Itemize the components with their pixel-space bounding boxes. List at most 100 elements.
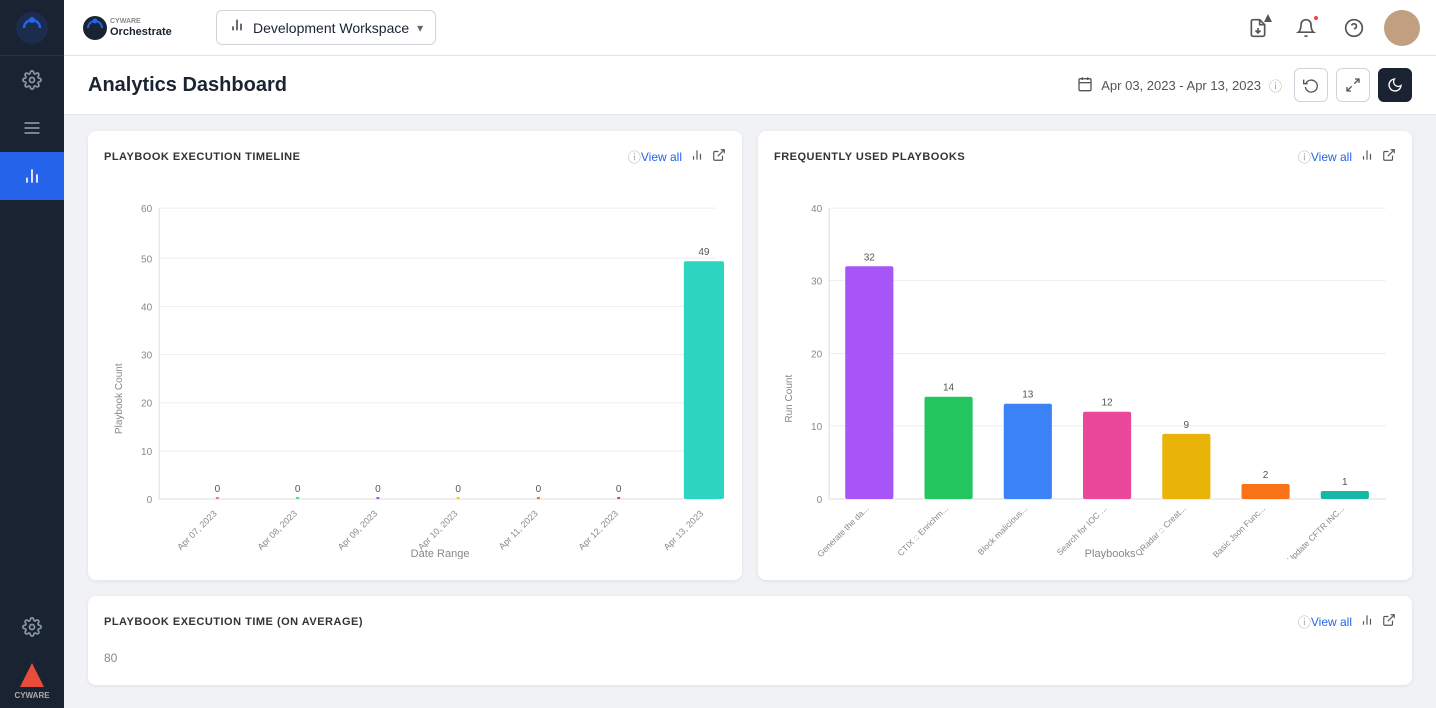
svg-text:Playbooks: Playbooks [1085,548,1136,559]
freq-export-icon[interactable] [1382,148,1396,165]
svg-text:0: 0 [616,484,622,495]
svg-text:49: 49 [698,247,710,258]
freq-info-icon[interactable]: ⓘ [1298,147,1311,166]
orchestrate-logo: CYWARE Orchestrate [80,13,200,43]
svg-text:40: 40 [811,204,823,215]
expand-btn[interactable] [1336,68,1370,102]
sidebar-bottom: CYWARE [0,603,64,708]
sidebar-item-settings-bottom[interactable] [0,603,64,651]
playbook-timeline-card: PLAYBOOK EXECUTION TIMELINE ⓘ View all [88,131,742,580]
topnav: CYWARE Orchestrate Development Workspace… [64,0,1436,56]
svg-text:Block malicious...: Block malicious... [976,503,1030,557]
timeline-chart-actions: View all [641,148,726,165]
svg-text:30: 30 [811,276,823,287]
frequently-used-title: FREQUENTLY USED PLAYBOOKS [774,151,1292,163]
svg-text:0: 0 [147,495,153,506]
sidebar-logo [0,0,64,56]
page-header: Analytics Dashboard Apr 03, 2023 - Apr 1… [64,56,1436,115]
sidebar-item-settings-top[interactable] [0,56,64,104]
svg-text:Apr 13, 2023: Apr 13, 2023 [662,508,706,552]
svg-text:QRadar :: Creat...: QRadar :: Creat... [1133,503,1188,558]
svg-text:0: 0 [536,484,542,495]
svg-text:Apr 09, 2023: Apr 09, 2023 [336,508,380,552]
notifications-btn[interactable] [1288,10,1324,46]
help-btn[interactable] [1336,10,1372,46]
svg-text:Apr 08, 2023: Apr 08, 2023 [255,508,299,552]
bottom-card: PLAYBOOK EXECUTION TIME (ON AVERAGE) ⓘ V… [88,596,1412,685]
svg-text:60: 60 [141,204,153,215]
svg-text:20: 20 [141,399,153,410]
svg-text:Basic Json Func...: Basic Json Func... [1211,503,1267,559]
page-title: Analytics Dashboard [88,74,1077,97]
date-range: Apr 03, 2023 - Apr 13, 2023 ⓘ [1077,76,1282,95]
notification-badge [1312,14,1320,22]
refresh-btn[interactable] [1294,68,1328,102]
frequently-used-header: FREQUENTLY USED PLAYBOOKS ⓘ View all [774,147,1396,166]
main-content: CYWARE Orchestrate Development Workspace… [64,0,1436,708]
timeline-info-icon[interactable]: ⓘ [628,147,641,166]
bottom-title: PLAYBOOK EXECUTION TIME (ON AVERAGE) [104,616,1292,628]
svg-text:Playbook Count: Playbook Count [114,363,125,434]
workspace-name: Development Workspace [253,20,409,36]
dark-mode-btn[interactable] [1378,68,1412,102]
svg-text:40: 40 [141,302,153,313]
chevron-down-icon: ▾ [417,21,423,35]
sidebar-item-menu[interactable] [0,104,64,152]
bottom-view-all[interactable]: View all [1311,615,1352,629]
cyware-logo-icon [14,10,50,46]
svg-text:Apr 10, 2023: Apr 10, 2023 [416,508,460,552]
svg-text:12: 12 [1102,398,1114,409]
sidebar: CYWARE [0,0,64,708]
bottom-info-icon[interactable]: ⓘ [1298,612,1311,631]
svg-text:10: 10 [811,422,823,433]
bottom-chart-actions: View all [1311,613,1396,630]
svg-text:50: 50 [141,254,153,265]
playbook-timeline-title: PLAYBOOK EXECUTION TIMELINE [104,151,622,163]
bottom-chart-placeholder: 80 [104,643,1396,669]
header-actions [1294,68,1412,102]
freq-bar-chart-icon[interactable] [1360,148,1374,165]
svg-text:Update CFTR INC...: Update CFTR INC... [1285,503,1346,559]
topnav-right [1240,10,1420,46]
bottom-bar-chart-icon[interactable] [1360,613,1374,630]
svg-text:14: 14 [943,383,955,394]
timeline-chart: Playbook Count 0 10 20 [104,178,726,564]
svg-text:13: 13 [1022,390,1034,401]
playbook-timeline-header: PLAYBOOK EXECUTION TIMELINE ⓘ View all [104,147,726,166]
freq-svg: Run Count 0 10 20 30 40 [774,178,1396,559]
date-info-icon[interactable]: ⓘ [1269,76,1282,95]
svg-text:Generate the da...: Generate the da... [815,503,871,559]
svg-text:0: 0 [295,484,301,495]
export-icon-btn[interactable] [1240,10,1276,46]
workspace-selector[interactable]: Development Workspace ▾ [216,10,436,45]
svg-text:0: 0 [375,484,381,495]
svg-text:0: 0 [215,484,221,495]
dashboard-body: PLAYBOOK EXECUTION TIMELINE ⓘ View all [64,115,1436,708]
svg-text:20: 20 [811,350,823,361]
svg-text:Apr 07, 2023: Apr 07, 2023 [175,508,219,552]
timeline-export-icon[interactable] [712,148,726,165]
svg-text:0: 0 [455,484,461,495]
date-range-text: Apr 03, 2023 - Apr 13, 2023 [1101,78,1261,93]
topnav-logo: CYWARE Orchestrate [80,13,200,43]
svg-text:Orchestrate: Orchestrate [110,26,172,38]
sidebar-item-analytics[interactable] [0,152,64,200]
svg-text:0: 0 [817,495,823,506]
freq-chart-actions: View all [1311,148,1396,165]
bottom-export-icon[interactable] [1382,613,1396,630]
svg-text:10: 10 [141,447,153,458]
svg-text:Apr 11, 2023: Apr 11, 2023 [497,508,540,551]
timeline-bar-chart-icon[interactable] [690,148,704,165]
bottom-header: PLAYBOOK EXECUTION TIME (ON AVERAGE) ⓘ V… [104,612,1396,631]
freq-view-all[interactable]: View all [1311,150,1352,164]
svg-text:Date Range: Date Range [411,548,470,559]
svg-text:32: 32 [864,252,876,263]
calendar-icon [1077,76,1093,95]
workspace-bar-chart-icon [229,17,245,38]
avatar[interactable] [1384,10,1420,46]
timeline-view-all[interactable]: View all [641,150,682,164]
frequently-used-card: FREQUENTLY USED PLAYBOOKS ⓘ View all [758,131,1412,580]
svg-text:Apr 12, 2023: Apr 12, 2023 [576,508,620,552]
svg-text:30: 30 [141,351,153,362]
svg-text:2: 2 [1263,470,1269,481]
